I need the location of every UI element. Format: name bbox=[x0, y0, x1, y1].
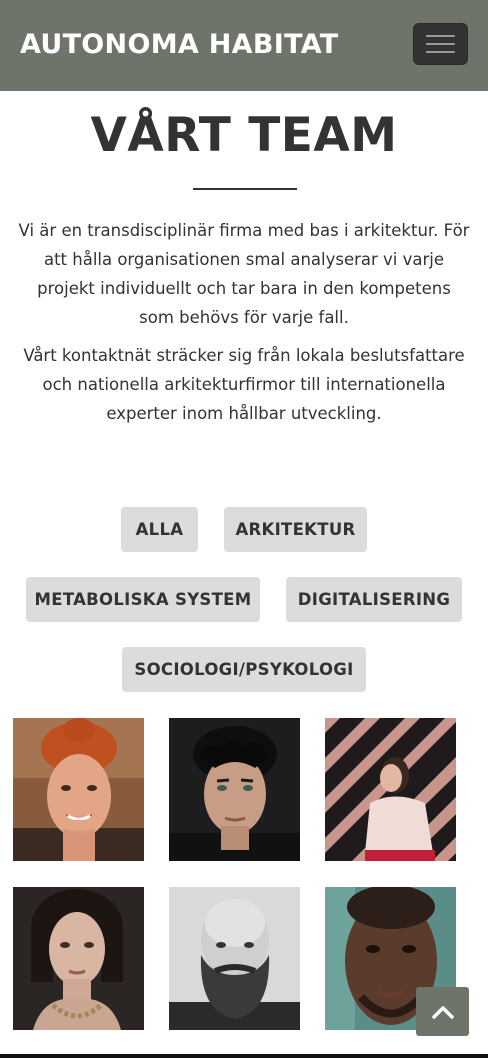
chevron-up-icon bbox=[431, 1005, 454, 1019]
filter-button-digitalization[interactable]: DIGITALISERING bbox=[286, 577, 462, 622]
page: AUTONOMA HABITAT VÅRT TEAM Vi är en tran… bbox=[0, 0, 488, 1058]
brand-logo[interactable]: AUTONOMA HABITAT bbox=[20, 29, 339, 60]
filter-button-metabolic-systems[interactable]: METABOLISKA SYSTEM bbox=[26, 577, 260, 622]
menu-bar bbox=[426, 34, 455, 37]
menu-bar bbox=[426, 50, 455, 53]
team-photo-man-curly-hair[interactable] bbox=[169, 718, 300, 861]
intro-paragraph-2: Vårt kontaktnät sträcker sig från lokala… bbox=[23, 346, 465, 423]
team-photo-woman-red-hair[interactable] bbox=[13, 718, 144, 861]
menu-bar bbox=[426, 42, 455, 45]
intro-paragraph-1: Vi är en transdisciplinär firma med bas … bbox=[18, 221, 470, 327]
page-title: VÅRT TEAM bbox=[90, 108, 398, 163]
filter-button-all[interactable]: ALLA bbox=[121, 507, 198, 552]
filter-button-architecture[interactable]: ARKITEKTUR bbox=[224, 507, 367, 552]
team-photo-bald-man-beard[interactable] bbox=[169, 887, 300, 1030]
intro-text: Vi är en transdisciplinär firma med bas … bbox=[18, 216, 470, 428]
navbar: AUTONOMA HABITAT bbox=[0, 0, 488, 91]
team-photo-woman-necklace[interactable] bbox=[13, 887, 144, 1030]
bottom-edge bbox=[0, 1054, 488, 1058]
hamburger-menu-icon[interactable] bbox=[413, 22, 468, 65]
scroll-to-top-button[interactable] bbox=[416, 987, 469, 1036]
filter-button-sociology-psychology[interactable]: SOCIOLOGI/PSYKOLOGI bbox=[122, 647, 366, 692]
team-photo-woman-striped-wall[interactable] bbox=[325, 718, 456, 861]
title-divider bbox=[193, 188, 297, 190]
